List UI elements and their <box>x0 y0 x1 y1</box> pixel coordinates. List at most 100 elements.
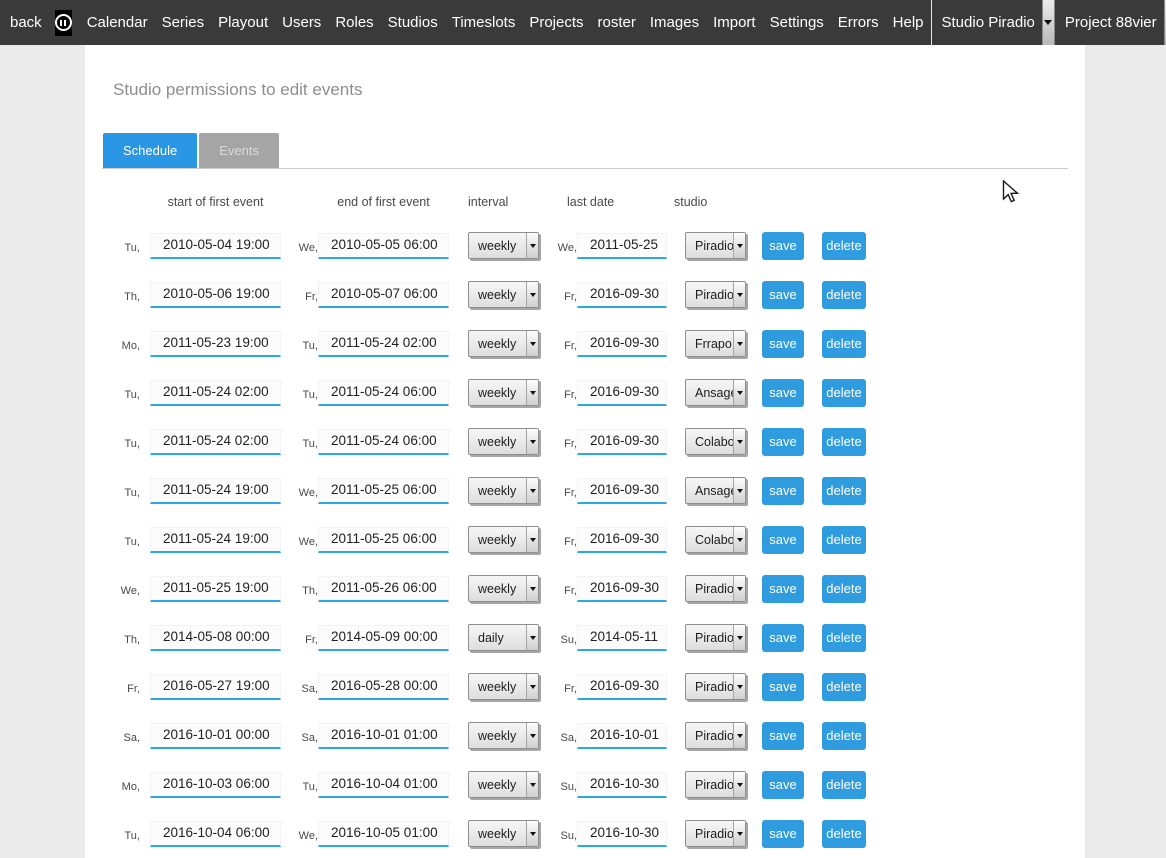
start-datetime-input[interactable] <box>150 674 281 700</box>
nav-item-errors[interactable]: Errors <box>831 1 886 44</box>
end-datetime-input[interactable] <box>318 478 449 504</box>
end-datetime-input[interactable] <box>318 429 449 455</box>
last-date-input[interactable] <box>577 821 667 847</box>
interval-dropdown-icon[interactable] <box>526 527 538 552</box>
studio-dropdown-icon[interactable] <box>733 478 745 503</box>
studio-dropdown-icon[interactable] <box>733 821 745 846</box>
save-button[interactable]: save <box>762 771 804 799</box>
studio-row-select[interactable]: Piradio <box>685 575 746 602</box>
save-button[interactable]: save <box>762 526 804 554</box>
delete-button[interactable]: delete <box>822 330 866 358</box>
nav-item-series[interactable]: Series <box>155 1 212 44</box>
start-datetime-input[interactable] <box>150 772 281 798</box>
start-datetime-input[interactable] <box>150 331 281 357</box>
nav-item-users[interactable]: Users <box>275 1 328 44</box>
start-datetime-input[interactable] <box>150 282 281 308</box>
studio-row-select[interactable]: Frrapo <box>685 330 746 357</box>
end-datetime-input[interactable] <box>318 821 449 847</box>
interval-dropdown-icon[interactable] <box>526 576 538 601</box>
last-date-input[interactable] <box>577 331 667 357</box>
nav-item-roles[interactable]: Roles <box>328 1 380 44</box>
interval-select[interactable]: weekly <box>468 526 539 553</box>
nav-item-projects[interactable]: Projects <box>522 1 590 44</box>
interval-select[interactable]: weekly <box>468 820 539 847</box>
project-select[interactable]: Project 88vier <box>1055 0 1166 45</box>
studio-row-select[interactable]: Piradio <box>685 232 746 259</box>
start-datetime-input[interactable] <box>150 478 281 504</box>
interval-dropdown-icon[interactable] <box>526 233 538 258</box>
nav-item-roster[interactable]: roster <box>591 1 643 44</box>
nav-item-settings[interactable]: Settings <box>763 1 831 44</box>
last-date-input[interactable] <box>577 478 667 504</box>
studio-dropdown-icon[interactable] <box>733 723 745 748</box>
delete-button[interactable]: delete <box>822 624 866 652</box>
tab-schedule[interactable]: Schedule <box>103 133 197 168</box>
interval-dropdown-icon[interactable] <box>526 674 538 699</box>
last-date-input[interactable] <box>577 625 667 651</box>
tab-events[interactable]: Events <box>199 133 279 168</box>
last-date-input[interactable] <box>577 772 667 798</box>
start-datetime-input[interactable] <box>150 723 281 749</box>
studio-select[interactable]: Studio Piradio <box>932 0 1055 45</box>
interval-dropdown-icon[interactable] <box>526 429 538 454</box>
end-datetime-input[interactable] <box>318 625 449 651</box>
last-date-input[interactable] <box>577 527 667 553</box>
interval-dropdown-icon[interactable] <box>526 821 538 846</box>
delete-button[interactable]: delete <box>822 820 866 848</box>
last-date-input[interactable] <box>577 429 667 455</box>
start-datetime-input[interactable] <box>150 429 281 455</box>
studio-dropdown-icon[interactable] <box>733 331 745 356</box>
studio-row-select[interactable]: Piradio <box>685 820 746 847</box>
interval-select[interactable]: daily <box>468 624 539 651</box>
studio-dropdown-icon[interactable] <box>733 576 745 601</box>
save-button[interactable]: save <box>762 379 804 407</box>
save-button[interactable]: save <box>762 477 804 505</box>
last-date-input[interactable] <box>577 380 667 406</box>
studio-dropdown-icon[interactable] <box>733 282 745 307</box>
studio-row-select[interactable]: Colabo <box>685 428 746 455</box>
delete-button[interactable]: delete <box>822 771 866 799</box>
interval-select[interactable]: weekly <box>468 428 539 455</box>
delete-button[interactable]: delete <box>822 379 866 407</box>
end-datetime-input[interactable] <box>318 380 449 406</box>
studio-dropdown-icon[interactable] <box>733 625 745 650</box>
studio-dropdown-icon[interactable] <box>733 233 745 258</box>
end-datetime-input[interactable] <box>318 282 449 308</box>
save-button[interactable]: save <box>762 281 804 309</box>
interval-dropdown-icon[interactable] <box>526 478 538 503</box>
delete-button[interactable]: delete <box>822 281 866 309</box>
delete-button[interactable]: delete <box>822 477 866 505</box>
end-datetime-input[interactable] <box>318 233 449 259</box>
interval-select[interactable]: weekly <box>468 330 539 357</box>
nav-item-playout[interactable]: Playout <box>211 1 275 44</box>
save-button[interactable]: save <box>762 232 804 260</box>
interval-select[interactable]: weekly <box>468 722 539 749</box>
studio-row-select[interactable]: Piradio <box>685 771 746 798</box>
interval-select[interactable]: weekly <box>468 281 539 308</box>
interval-select[interactable]: weekly <box>468 232 539 259</box>
start-datetime-input[interactable] <box>150 625 281 651</box>
interval-dropdown-icon[interactable] <box>526 282 538 307</box>
interval-select[interactable]: weekly <box>468 575 539 602</box>
save-button[interactable]: save <box>762 722 804 750</box>
studio-row-select[interactable]: Piradio <box>685 722 746 749</box>
start-datetime-input[interactable] <box>150 233 281 259</box>
interval-select[interactable]: weekly <box>468 477 539 504</box>
studio-dropdown-icon[interactable] <box>733 527 745 552</box>
nav-back-link[interactable]: back <box>10 14 42 31</box>
interval-dropdown-icon[interactable] <box>526 772 538 797</box>
studio-row-select[interactable]: Ansage <box>685 379 746 406</box>
delete-button[interactable]: delete <box>822 575 866 603</box>
interval-select[interactable]: weekly <box>468 771 539 798</box>
studio-dropdown-icon[interactable] <box>733 674 745 699</box>
delete-button[interactable]: delete <box>822 232 866 260</box>
start-datetime-input[interactable] <box>150 527 281 553</box>
end-datetime-input[interactable] <box>318 674 449 700</box>
delete-button[interactable]: delete <box>822 526 866 554</box>
interval-select[interactable]: weekly <box>468 379 539 406</box>
interval-select[interactable]: weekly <box>468 673 539 700</box>
save-button[interactable]: save <box>762 428 804 456</box>
interval-dropdown-icon[interactable] <box>526 331 538 356</box>
interval-dropdown-icon[interactable] <box>526 380 538 405</box>
nav-item-help[interactable]: Help <box>886 1 931 44</box>
